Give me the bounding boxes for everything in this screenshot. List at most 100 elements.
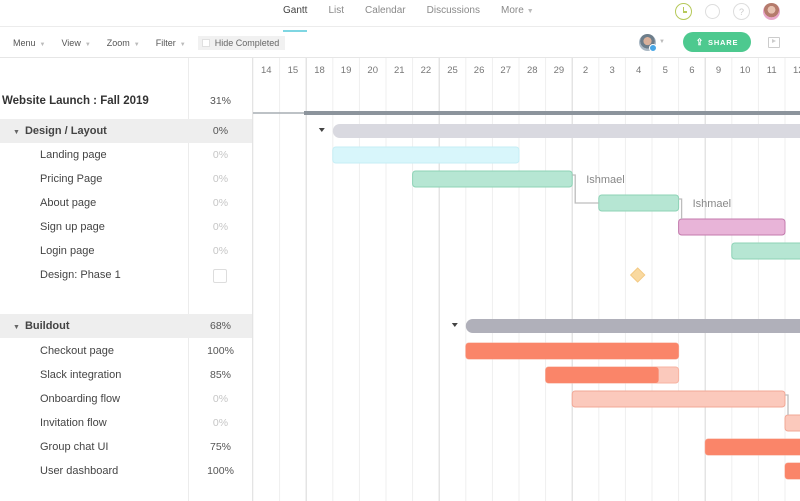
task-name: Sign up page: [40, 221, 105, 233]
tab-discussions[interactable]: Discussions: [427, 0, 480, 27]
collaborator-avatar[interactable]: [639, 33, 658, 52]
collapse-triangle-icon[interactable]: [318, 128, 325, 132]
collapse-triangle-icon[interactable]: ▼: [13, 129, 20, 136]
zoom-dropdown[interactable]: Zoom ▼: [107, 38, 140, 48]
day-label: 11: [767, 65, 777, 76]
project-summary-bar[interactable]: [304, 111, 800, 115]
task-name: Onboarding flow: [40, 393, 121, 405]
day-label: 2: [583, 65, 588, 76]
hide-completed-toggle[interactable]: Hide Completed: [197, 35, 286, 50]
task-percent: 0%: [212, 197, 229, 209]
task-percent: 0%: [212, 173, 229, 185]
day-label: 14: [261, 65, 272, 76]
chevron-down-icon[interactable]: ▼: [659, 39, 665, 45]
gantt-canvas: 14 15 18 19 20 21 22 25 26 27 28 29 2 3 4 5 6 9 10 11 12 Ishm…: [253, 58, 800, 501]
group-row-design-layout[interactable]: ▼ Design / Layout 0%: [0, 119, 252, 143]
task-row[interactable]: Sign up page 0%: [0, 215, 252, 239]
task-row[interactable]: User dashboard 100%: [0, 459, 252, 483]
task-row[interactable]: Invitation flow 0%: [0, 411, 252, 435]
day-label: 4: [636, 65, 641, 76]
task-bar[interactable]: [678, 218, 786, 236]
assignee-label: Ishmael: [693, 198, 732, 210]
day-label: 19: [341, 65, 352, 76]
assignee-label: Ishmael: [586, 174, 625, 186]
view-dropdown[interactable]: View ▼: [61, 38, 90, 48]
task-percent: 0%: [212, 393, 229, 405]
tab-more[interactable]: More ▼: [501, 0, 534, 27]
task-bar[interactable]: [784, 414, 800, 432]
task-name: About page: [40, 197, 97, 209]
day-label: 21: [394, 65, 405, 76]
task-bar[interactable]: [332, 146, 520, 164]
view-label: View: [61, 37, 81, 48]
task-row[interactable]: Group chat UI 75%: [0, 435, 252, 459]
task-bar[interactable]: [731, 242, 800, 260]
share-button[interactable]: ⇪ SHARE: [683, 32, 751, 52]
task-row[interactable]: Onboarding flow 0%: [0, 387, 252, 411]
help-glyph: ?: [738, 6, 744, 17]
day-label: 5: [663, 65, 668, 76]
task-row[interactable]: Login page 0%: [0, 239, 252, 263]
search-icon[interactable]: [705, 4, 720, 19]
milestone-diamond[interactable]: [629, 267, 646, 283]
task-name: Invitation flow: [40, 417, 107, 429]
milestone-checkbox[interactable]: [213, 269, 227, 283]
task-name: Slack integration: [40, 369, 122, 381]
day-label: 26: [474, 65, 485, 76]
tab-label: Discussions: [426, 5, 480, 16]
task-bar[interactable]: [412, 170, 573, 188]
task-percent: 0%: [212, 149, 229, 161]
tab-calendar[interactable]: Calendar: [365, 0, 406, 27]
group-row-buildout[interactable]: ▼ Buildout 68%: [0, 314, 252, 338]
chevron-down-icon: ▼: [39, 41, 46, 48]
presentation-icon[interactable]: [768, 36, 780, 48]
project-percent: 31%: [209, 95, 231, 107]
task-name: User dashboard: [40, 465, 119, 477]
zoom-label: Zoom: [106, 37, 130, 48]
menu-dropdown[interactable]: Menu ▼: [13, 38, 45, 48]
task-name: Pricing Page: [40, 173, 103, 185]
group-name: Design / Layout: [24, 125, 107, 137]
day-label: 28: [527, 65, 538, 76]
hide-completed-label: Hide Completed: [214, 37, 280, 48]
group-summary-bar[interactable]: [465, 319, 800, 333]
day-label: 20: [367, 65, 378, 76]
task-bar[interactable]: [598, 194, 680, 212]
share-icon: ⇪: [695, 36, 705, 47]
milestone-name: Design: Phase 1: [40, 269, 121, 281]
group-summary-bar[interactable]: [332, 124, 800, 138]
task-name: Checkout page: [40, 345, 114, 357]
chevron-down-icon: ▼: [179, 41, 186, 48]
task-progress-fill: [545, 367, 659, 383]
collapse-triangle-icon[interactable]: [451, 323, 458, 327]
tab-list[interactable]: List: [328, 0, 344, 27]
project-row[interactable]: Website Launch : Fall 2019 31%: [0, 89, 252, 113]
task-row[interactable]: Slack integration 85%: [0, 363, 252, 387]
filter-label: Filter: [155, 37, 176, 48]
tab-label: List: [328, 5, 345, 16]
collapse-triangle-icon[interactable]: ▼: [13, 324, 20, 331]
user-avatar[interactable]: [763, 3, 780, 20]
day-label: 3: [609, 65, 614, 76]
task-bar[interactable]: [571, 390, 786, 408]
task-row[interactable]: Checkout page 100%: [0, 339, 252, 363]
filter-dropdown[interactable]: Filter ▼: [156, 38, 186, 48]
hide-completed-checkbox[interactable]: [201, 38, 210, 47]
day-label: 6: [689, 65, 694, 76]
task-name: Landing page: [40, 149, 107, 161]
task-row[interactable]: Landing page 0%: [0, 143, 252, 167]
milestone-row[interactable]: Design: Phase 1: [0, 263, 252, 287]
task-row[interactable]: About page 0%: [0, 191, 252, 215]
help-icon[interactable]: ?: [733, 3, 750, 20]
task-progress-fill: [705, 439, 800, 455]
task-row[interactable]: Pricing Page 0%: [0, 167, 252, 191]
tab-label: More: [500, 5, 524, 16]
group-percent: 68%: [209, 320, 231, 332]
task-name: Group chat UI: [40, 441, 109, 453]
gantt-chart: 14 15 18 19 20 21 22 25 26 27 28 29 2 3 4 5 6 9 10 11 12 Ishm…: [253, 58, 800, 501]
task-percent: 100%: [207, 465, 234, 477]
clock-icon[interactable]: [675, 3, 692, 20]
tab-gantt[interactable]: Gantt: [283, 0, 308, 32]
view-tabs: Gantt List Calendar Discussions More ▼: [283, 0, 555, 32]
day-label: 27: [500, 65, 511, 76]
